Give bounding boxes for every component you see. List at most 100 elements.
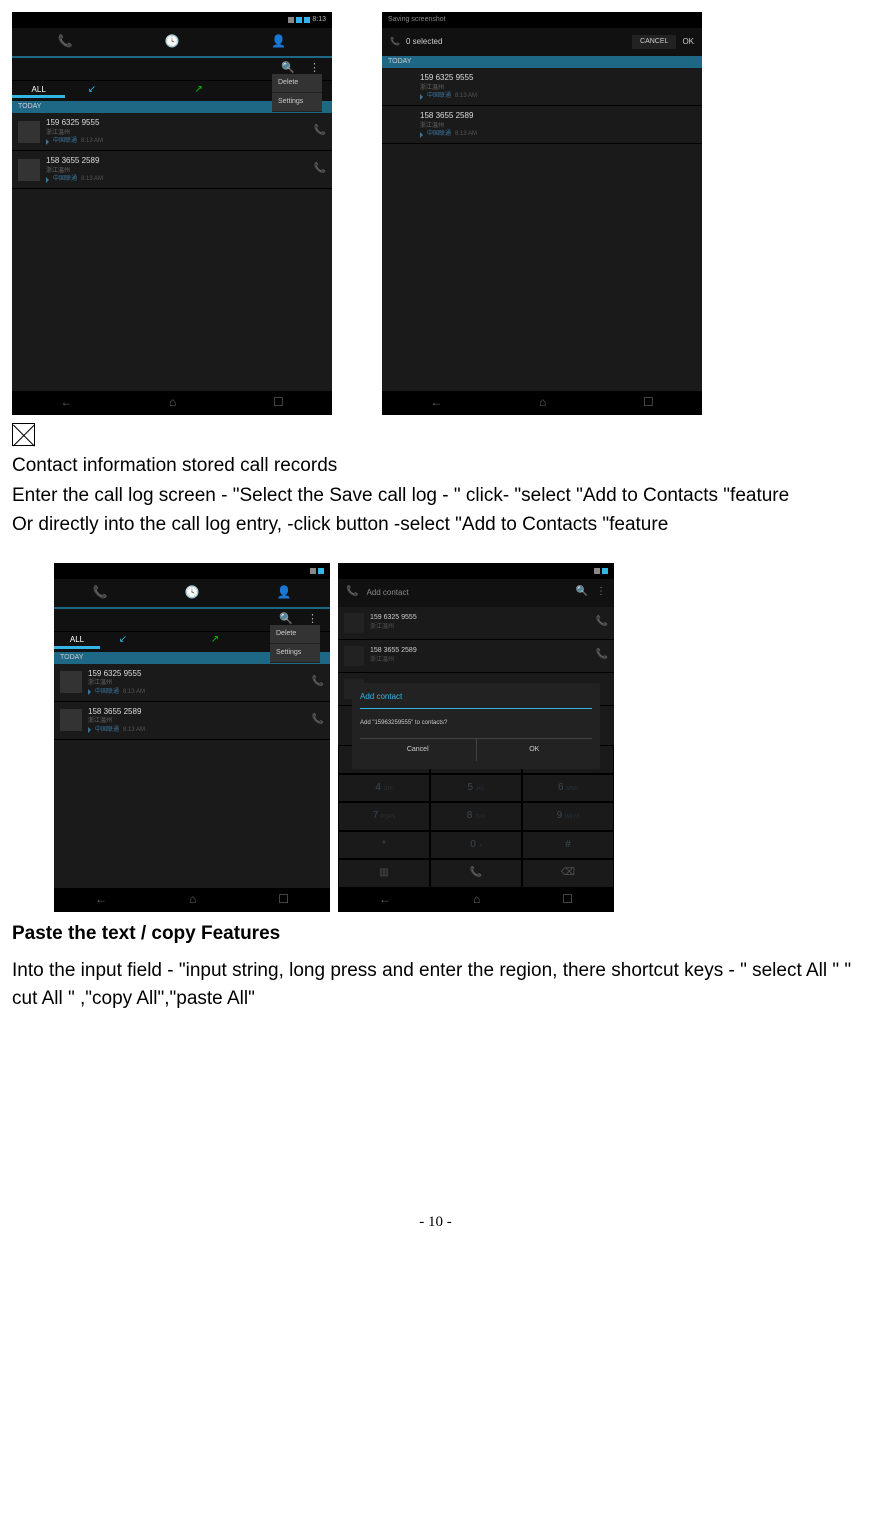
screenshot-call-log-menu: 8:13 📞 🕓 👤 🔍⋮ ALL ↙ ↗ ↙ TODAY 159 6325 9…: [12, 12, 332, 415]
popup-delete[interactable]: Delete: [272, 74, 322, 93]
tab-incoming[interactable]: ↙: [65, 83, 118, 100]
tab-all[interactable]: ALL: [54, 634, 100, 649]
android-navbar: ← ⌂ ☐: [12, 391, 332, 415]
location: 浙江温州: [46, 167, 314, 176]
recent-icon[interactable]: 🕓: [165, 33, 180, 50]
popup-menu: Delete Settings: [272, 74, 322, 112]
call-icon[interactable]: 📞: [596, 615, 608, 630]
phone-number: 159 6325 9555: [420, 72, 696, 84]
tab-outgoing[interactable]: ↗: [172, 83, 225, 100]
backspace-icon[interactable]: ⌫: [522, 859, 614, 888]
tab-all[interactable]: ALL: [12, 84, 65, 99]
call-log-entry[interactable]: 159 6325 9555 浙江温州 中国联通 8:13 AM 📞: [54, 664, 330, 702]
phone-icon[interactable]: 📞: [58, 33, 73, 50]
call-icon[interactable]: 📞: [314, 162, 326, 177]
back-icon[interactable]: ←: [379, 891, 391, 908]
contacts-icon[interactable]: 👤: [271, 33, 286, 50]
home-icon[interactable]: ⌂: [169, 394, 176, 411]
screenshot-add-contact-dialog: 📞 Add contact 🔍 ⋮ 159 6325 9555浙江温州 📞 15…: [338, 563, 614, 912]
bottom-screenshot-row: 📞 🕓 👤 🔍⋮ ALL ↙ ↗ ↙ TODAY 159 6325 9555 浙…: [54, 563, 859, 912]
key-5[interactable]: 5 JKL: [430, 774, 522, 803]
dialog-cancel-button[interactable]: Cancel: [360, 739, 477, 761]
location: 浙江温州: [88, 679, 312, 688]
dialog-title: Add contact: [360, 691, 592, 710]
call-icon[interactable]: 📞: [312, 713, 324, 728]
status-bar: Saving screenshot: [382, 12, 702, 28]
cancel-button[interactable]: CANCEL: [632, 35, 676, 49]
android-navbar: ← ⌂ ☐: [382, 391, 702, 415]
key-6[interactable]: 6 MNO: [522, 774, 614, 803]
phone-number: 158 3655 2589: [88, 706, 312, 718]
recent-apps-icon[interactable]: ☐: [562, 891, 573, 908]
screenshot-saving-selection: Saving screenshot 📞 0 selected CANCEL OK…: [382, 12, 702, 415]
hide-dialpad-icon[interactable]: ▥: [338, 859, 430, 888]
android-navbar: ← ⌂ ☐: [338, 888, 614, 912]
call-log-entry[interactable]: 158 3655 2589 浙江温州 中国联通 8:13 AM 📞: [12, 151, 332, 189]
paragraph: Or directly into the call log entry, -cl…: [12, 511, 859, 539]
search-icon[interactable]: 🔍: [576, 585, 588, 600]
key-hash[interactable]: #: [522, 831, 614, 860]
location: 浙江温州: [46, 129, 314, 138]
ok-label[interactable]: OK: [682, 36, 694, 48]
carrier: 中国联通: [95, 688, 119, 697]
paragraph: Enter the call log screen - "Select the …: [12, 482, 859, 510]
home-icon[interactable]: ⌂: [473, 891, 480, 908]
home-icon[interactable]: ⌂: [189, 891, 196, 908]
menu-icon[interactable]: ⋮: [596, 585, 606, 600]
status-bar: 8:13: [12, 12, 332, 28]
phone-icon: 📞: [346, 585, 358, 600]
key-9[interactable]: 9 WXYZ: [522, 802, 614, 831]
phone-icon: 📞: [390, 36, 400, 48]
time: 8:13 AM: [81, 175, 103, 184]
key-star[interactable]: *: [338, 831, 430, 860]
call-icon[interactable]: 📞: [312, 675, 324, 690]
key-4[interactable]: 4 GHI: [338, 774, 430, 803]
today-header: TODAY: [382, 56, 702, 68]
dial-icon[interactable]: 📞: [430, 859, 522, 888]
contacts-icon[interactable]: 👤: [277, 584, 292, 601]
back-icon[interactable]: ←: [430, 394, 442, 411]
call-log-entry[interactable]: 159 6325 9555 浙江温州 中国联通 8:13 AM 📞: [12, 113, 332, 151]
phone-number: 158 3655 2589: [46, 155, 314, 167]
contact-row[interactable]: 158 3655 2589浙江温州 📞: [338, 640, 614, 673]
phone-number: 159 6325 9555: [370, 613, 596, 623]
key-7[interactable]: 7 PQRS: [338, 802, 430, 831]
location: 浙江温州: [88, 717, 312, 726]
call-log-entry[interactable]: 158 3655 2589 浙江温州 中国联通 8:13 AM: [382, 106, 702, 144]
phone-icon[interactable]: 📞: [93, 584, 108, 601]
home-icon[interactable]: ⌂: [539, 394, 546, 411]
popup-settings[interactable]: Settings: [270, 644, 320, 663]
time: 8:13 AM: [455, 130, 477, 139]
time: 8:13 AM: [123, 726, 145, 735]
recent-apps-icon[interactable]: ☐: [278, 891, 289, 908]
call-log-entry[interactable]: 158 3655 2589 浙江温州 中国联通 8:13 AM 📞: [54, 702, 330, 740]
top-tabs: 📞 🕓 👤: [12, 28, 332, 58]
add-contact-dialog: Add contact Add "15963259555" to contact…: [352, 683, 600, 769]
dialog-ok-button[interactable]: OK: [477, 739, 593, 761]
popup-settings[interactable]: Settings: [272, 93, 322, 112]
call-icon[interactable]: 📞: [314, 124, 326, 139]
phone-number: 159 6325 9555: [46, 117, 314, 129]
back-icon[interactable]: ←: [60, 394, 72, 411]
recent-apps-icon[interactable]: ☐: [273, 394, 284, 411]
location: 浙江温州: [420, 122, 696, 131]
status-bar: [338, 563, 614, 579]
popup-delete[interactable]: Delete: [270, 625, 320, 644]
statusbar-time: 8:13: [312, 15, 326, 25]
carrier: 中国联通: [53, 175, 77, 184]
contact-row[interactable]: 159 6325 9555浙江温州 📞: [338, 607, 614, 640]
key-0[interactable]: 0 +: [430, 831, 522, 860]
carrier: 中国联通: [427, 92, 451, 101]
back-icon[interactable]: ←: [95, 891, 107, 908]
call-log-entry[interactable]: 159 6325 9555 浙江温州 中国联通 8:13 AM: [382, 68, 702, 106]
placeholder-image-box: [12, 423, 35, 446]
paragraph: Into the input field - "input string, lo…: [12, 957, 859, 1012]
key-8[interactable]: 8 TUV: [430, 802, 522, 831]
call-icon[interactable]: 📞: [596, 648, 608, 663]
carrier: 中国联通: [53, 137, 77, 146]
location: 浙江温州: [420, 84, 696, 93]
recent-apps-icon[interactable]: ☐: [643, 394, 654, 411]
screenshot-call-log-menu-small: 📞 🕓 👤 🔍⋮ ALL ↙ ↗ ↙ TODAY 159 6325 9555 浙…: [54, 563, 330, 912]
recent-icon[interactable]: 🕓: [185, 584, 200, 601]
carrier: 中国联通: [427, 130, 451, 139]
